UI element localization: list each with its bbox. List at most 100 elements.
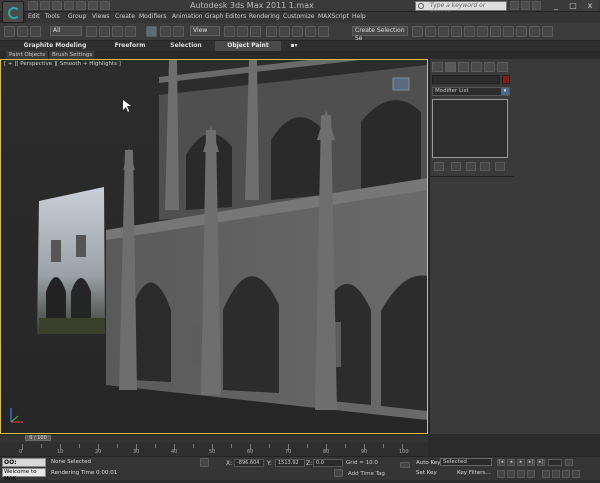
spinner-snap-icon[interactable] (305, 26, 316, 37)
set-key-button[interactable]: Set Key (416, 470, 437, 476)
render-iterative-icon[interactable] (542, 26, 553, 37)
next-frame-icon[interactable]: ▸| (527, 459, 535, 466)
menu-maxscript[interactable]: MAXScript (318, 13, 349, 20)
snaps-toggle-icon[interactable] (266, 26, 277, 37)
motion-tab-icon[interactable] (471, 62, 482, 72)
menu-graph-editors[interactable]: Graph Editors (205, 13, 246, 20)
lock-selection-icon[interactable] (200, 458, 209, 467)
maximize-viewport-icon[interactable] (572, 470, 580, 478)
minimize-button[interactable]: _ (548, 0, 564, 11)
hold-icon[interactable] (88, 1, 98, 10)
go-to-end-icon[interactable]: ▸| (537, 459, 545, 466)
close-button[interactable]: x (582, 0, 598, 11)
modify-tab-icon[interactable] (445, 62, 456, 72)
subtab-paint-objects[interactable]: Paint Objects (6, 51, 50, 59)
keyboard-shortcut-icon[interactable] (250, 26, 261, 37)
add-time-tag-button[interactable]: Add Time Tag (348, 471, 385, 477)
maximize-button[interactable]: □ (565, 0, 581, 11)
selection-filter-dropdown[interactable]: All (50, 26, 82, 36)
named-selection-dropdown[interactable]: Create Selection Se (352, 26, 408, 42)
x-coordinate-field[interactable]: -896.604 (234, 459, 264, 467)
render-production-icon[interactable] (529, 26, 540, 37)
rendered-frame-icon[interactable] (516, 26, 527, 37)
display-tab-icon[interactable] (484, 62, 495, 72)
angle-snap-icon[interactable] (279, 26, 290, 37)
menu-modifiers[interactable]: Modifiers (139, 13, 166, 20)
pivot-center-icon[interactable] (224, 26, 235, 37)
menu-edit[interactable]: Edit (28, 13, 40, 20)
menu-help[interactable]: Help (352, 13, 366, 20)
zoom-all-icon[interactable] (507, 470, 515, 478)
select-object-icon[interactable] (86, 26, 97, 37)
time-tag-icon[interactable] (334, 469, 343, 477)
rtab-freeform[interactable]: Freeform (110, 41, 150, 51)
move-icon[interactable] (146, 26, 157, 37)
field-of-view-icon[interactable] (542, 470, 550, 478)
redo-icon[interactable] (76, 1, 86, 10)
pin-stack-icon[interactable] (434, 162, 444, 171)
undo-icon[interactable] (64, 1, 74, 10)
redo-tool-icon[interactable] (17, 26, 28, 37)
ribbon-options-icon[interactable]: ▪▾ (287, 41, 301, 51)
time-config-icon[interactable] (565, 459, 573, 466)
zoom-extents-all-icon[interactable] (527, 470, 535, 478)
viewport-label[interactable]: [ + ][ Perspective ][ Smooth + Highlight… (4, 61, 121, 67)
modifier-stack[interactable] (432, 99, 508, 158)
time-slider[interactable]: 0 / 100 (25, 435, 51, 441)
z-coordinate-field[interactable]: 0.0 (313, 459, 343, 467)
star-icon[interactable] (521, 1, 530, 10)
selection-region-icon[interactable] (112, 26, 123, 37)
save-file-icon[interactable] (52, 1, 62, 10)
configure-sets-icon[interactable] (495, 162, 505, 171)
time-slider-track[interactable] (0, 434, 428, 442)
menu-create[interactable]: Create (115, 13, 135, 20)
edit-named-selection-icon[interactable] (318, 26, 329, 37)
select-by-name-icon[interactable] (99, 26, 110, 37)
quick-access-dropdown-icon[interactable] (100, 1, 110, 10)
remove-modifier-icon[interactable] (480, 162, 490, 171)
curve-editor-icon[interactable] (464, 26, 475, 37)
play-icon[interactable]: ▸ (517, 459, 525, 466)
help-icon[interactable] (532, 1, 541, 10)
schematic-view-icon[interactable] (477, 26, 488, 37)
rtab-object-paint[interactable]: Object Paint (215, 41, 281, 51)
reference-coordinate-dropdown[interactable]: View (190, 26, 220, 36)
rtab-selection[interactable]: Selection (166, 41, 206, 51)
y-coordinate-field[interactable]: 1513.92 (275, 459, 305, 467)
open-file-icon[interactable] (40, 1, 50, 10)
menu-rendering[interactable]: Rendering (249, 13, 280, 20)
menu-group[interactable]: Group (68, 13, 86, 20)
link-icon[interactable] (30, 26, 41, 37)
maxscript-listener-output[interactable]: Welcome to MAX (2, 468, 46, 482)
app-logo-icon[interactable] (2, 1, 24, 23)
menu-views[interactable]: Views (92, 13, 109, 20)
object-color-swatch[interactable] (502, 75, 510, 84)
selected-dropdown[interactable]: Selected (440, 458, 492, 466)
menu-customize[interactable]: Customize (283, 13, 315, 20)
graphite-toggle-icon[interactable] (451, 26, 462, 37)
align-icon[interactable] (425, 26, 436, 37)
menu-animation[interactable]: Animation (172, 13, 203, 20)
object-name-field[interactable] (432, 75, 500, 84)
mirror-icon[interactable] (412, 26, 423, 37)
current-frame-field[interactable] (548, 459, 562, 466)
zoom-extents-icon[interactable] (517, 470, 525, 478)
key-icon[interactable] (400, 462, 410, 468)
go-to-start-icon[interactable]: |◂ (497, 459, 505, 466)
key-filters-button[interactable]: Key Filters... (457, 470, 490, 476)
render-setup-icon[interactable] (503, 26, 514, 37)
material-editor-icon[interactable] (490, 26, 501, 37)
modifier-list-dropdown[interactable]: Modifier List ▾ (432, 87, 510, 96)
subtab-brush-settings[interactable]: Brush Settings (49, 51, 97, 59)
viewcube-icon[interactable] (392, 77, 410, 91)
undo-tool-icon[interactable] (4, 26, 15, 37)
percent-snap-icon[interactable] (292, 26, 303, 37)
maxscript-listener-input[interactable]: OO: (2, 458, 46, 467)
previous-frame-icon[interactable]: ◂ (507, 459, 515, 466)
hierarchy-tab-icon[interactable] (458, 62, 469, 72)
orbit-icon[interactable] (562, 470, 570, 478)
binoculars-icon[interactable] (510, 1, 519, 10)
rotate-icon[interactable] (160, 26, 171, 37)
make-unique-icon[interactable] (466, 162, 476, 171)
pan-icon[interactable] (552, 470, 560, 478)
